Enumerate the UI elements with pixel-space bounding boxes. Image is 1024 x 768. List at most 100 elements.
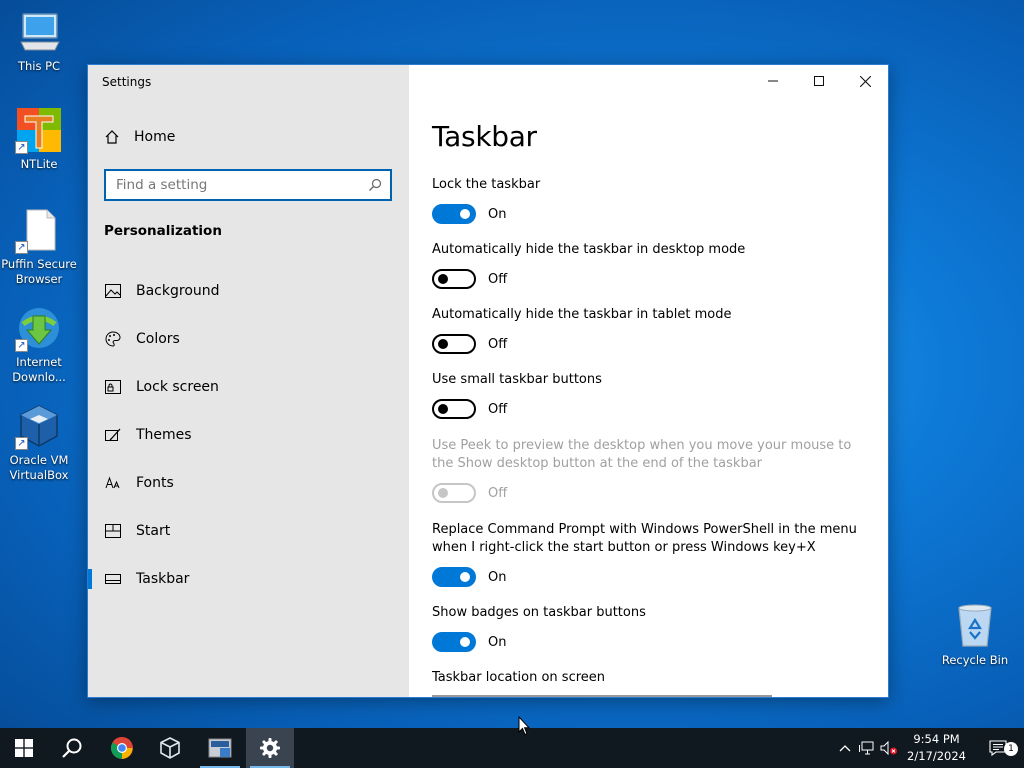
setting-autohide-tablet: Automatically hide the taskbar in tablet… [432,306,872,354]
sidebar-item-colors[interactable]: Colors [88,315,409,363]
mouse-cursor-icon [518,715,531,740]
sidebar-item-label: Colors [136,331,180,347]
toggle-state-text: On [488,206,507,222]
desktop-icon-virtualbox[interactable]: ↗ Oracle VM VirtualBox [0,402,78,483]
virtualbox-icon [160,737,180,759]
show-hidden-icons-button[interactable] [836,728,854,768]
setting-location: Taskbar location on screen [432,669,872,687]
clock[interactable]: 9:54 PM 2/17/2024 [907,731,966,765]
chrome-icon [111,737,133,759]
setting-peek: Use Peek to preview the desktop when you… [432,437,862,503]
taskbar-app-settings[interactable] [246,728,294,768]
sidebar-item-label: Start [136,523,171,539]
setting-autohide-desktop: Automatically hide the taskbar in deskto… [432,241,872,289]
setting-label: Automatically hide the taskbar in tablet… [432,307,732,322]
desktop-icon-puffin[interactable]: ↗ Puffin Secure Browser [0,206,78,287]
fonts-icon [104,474,122,492]
toggle-state-text: Off [488,336,508,352]
taskbar: 9:54 PM 2/17/2024 1 [0,728,1024,768]
setting-label: Automatically hide the taskbar in deskto… [432,242,746,257]
sidebar-item-label: Background [136,283,220,299]
setting-label: Replace Command Prompt with Windows Powe… [432,522,857,555]
toggle-state-text: Off [488,485,508,501]
windows-logo-icon [15,739,33,757]
toggle-state-text: Off [488,401,508,417]
idm-icon: ↗ [15,304,63,352]
small-buttons-toggle[interactable] [432,399,476,419]
setting-label: Lock the taskbar [432,177,541,192]
volume-icon-button[interactable] [878,728,900,768]
powershell-toggle[interactable] [432,567,476,587]
setting-label: Use small taskbar buttons [432,372,602,387]
desktop-icon-label: Recycle Bin [941,653,1009,667]
taskbar-app-chrome[interactable] [98,728,146,768]
lock-taskbar-toggle[interactable] [432,204,476,224]
taskbar-icon [104,570,122,588]
sidebar-item-fonts[interactable]: Fonts [88,459,409,507]
desktop-icon-label: This PC [17,59,61,73]
nav-list: Background Colors Lock screen Themes Fon… [88,267,409,603]
content-pane: Taskbar Lock the taskbar On Automaticall… [409,65,888,697]
search-button[interactable] [48,728,96,768]
desktop-icon-label: Internet Downlo... [12,355,66,384]
sidebar-item-lock-screen[interactable]: Lock screen [88,363,409,411]
search-icon[interactable] [360,178,390,192]
sidebar: Settings Home Personalization Bac [88,65,409,697]
start-button[interactable] [0,728,48,768]
home-icon [105,130,119,144]
lock-screen-icon [104,378,122,396]
start-icon [104,522,122,540]
taskbar-app-virtualbox[interactable] [146,728,194,768]
location-dropdown[interactable] [432,695,772,697]
sidebar-item-themes[interactable]: Themes [88,411,409,459]
setting-lock-taskbar: Lock the taskbar On [432,176,872,224]
autohide-desktop-toggle[interactable] [432,269,476,289]
virtualbox-icon: ↗ [15,402,63,450]
sidebar-item-label: Taskbar [136,571,190,587]
shortcut-arrow-icon: ↗ [15,241,28,254]
computer-icon [15,8,63,56]
gear-icon [260,738,280,758]
system-tray: 9:54 PM 2/17/2024 1 [824,728,1024,768]
ntlite-icon [208,738,232,758]
sidebar-item-label: Fonts [136,475,174,491]
shortcut-arrow-icon: ↗ [15,339,28,352]
setting-label: Show badges on taskbar buttons [432,605,646,620]
section-heading: Personalization [104,223,222,239]
palette-icon [104,330,122,348]
nav-home[interactable]: Home [104,129,175,145]
page-title: Taskbar [432,120,537,153]
clock-date: 2/17/2024 [907,749,966,763]
chevron-up-icon [839,745,851,752]
setting-powershell: Replace Command Prompt with Windows Powe… [432,521,862,587]
sidebar-item-background[interactable]: Background [88,267,409,315]
clock-time: 9:54 PM [913,732,960,746]
desktop-icon-label: Puffin Secure Browser [1,257,77,286]
desktop-icon-label: NTLite [20,157,58,171]
shortcut-arrow-icon: ↗ [15,141,28,154]
sidebar-item-start[interactable]: Start [88,507,409,555]
search-input[interactable] [106,171,360,199]
setting-badges: Show badges on taskbar buttons On [432,604,872,652]
ntlite-icon: ↗ [15,106,63,154]
search-icon [62,738,82,758]
autohide-tablet-toggle[interactable] [432,334,476,354]
search-box[interactable] [104,169,392,201]
peek-toggle [432,483,476,503]
notification-count-badge: 1 [1004,742,1018,756]
taskbar-app-ntlite[interactable] [196,728,244,768]
desktop-icon-ntlite[interactable]: ↗ NTLite [0,106,78,172]
sidebar-item-taskbar[interactable]: Taskbar [88,555,409,603]
network-icon [859,741,874,755]
desktop-icon-idm[interactable]: ↗ Internet Downlo... [0,304,78,385]
settings-window: Settings Home Personalization Bac [87,64,889,698]
badges-toggle[interactable] [432,632,476,652]
shortcut-arrow-icon: ↗ [15,437,28,450]
network-icon-button[interactable] [856,728,878,768]
desktop-icon-recycle-bin[interactable]: Recycle Bin [936,602,1014,668]
setting-small-buttons: Use small taskbar buttons Off [432,371,872,419]
sidebar-item-label: Lock screen [136,379,219,395]
desktop-icon-label: Oracle VM VirtualBox [9,453,69,482]
desktop-icon-this-pc[interactable]: This PC [0,8,78,74]
themes-icon [104,426,122,444]
